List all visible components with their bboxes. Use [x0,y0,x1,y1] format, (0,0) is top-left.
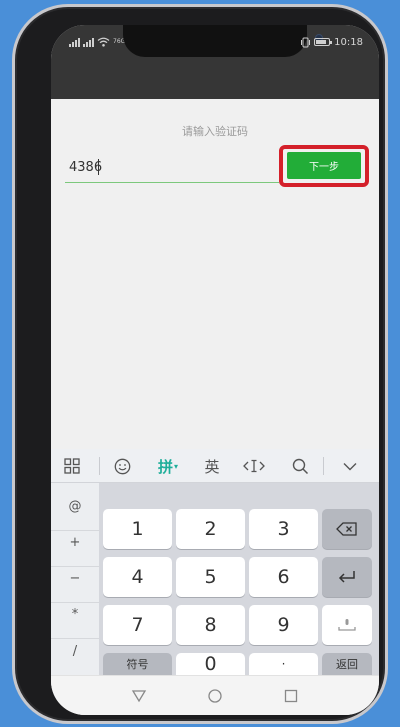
app-header: 76G 10:18 [51,25,379,99]
signal-icon [69,37,80,47]
phone-frame: 76G 10:18 请输入验证码 下一步 [12,4,388,724]
return-key[interactable]: 返回 [322,653,372,675]
emoji-icon[interactable] [107,449,137,483]
battery-icon [314,38,333,46]
screen: 76G 10:18 请输入验证码 下一步 [51,25,379,715]
signal-icon-2 [83,37,94,47]
navigation-bar [51,675,379,715]
search-icon[interactable] [285,449,315,483]
symbol-key-slash[interactable]: / [51,627,99,675]
status-time: 10:18 [334,36,363,48]
enter-key[interactable] [322,557,372,597]
symbol-column: @ + − * / [51,483,99,675]
toolbar-divider [99,457,100,475]
space-icon [338,619,356,631]
key-5[interactable]: 5 [176,557,245,597]
text-caret [98,159,99,175]
dot-key[interactable]: · [249,653,318,675]
recents-icon[interactable] [279,686,303,706]
notch [123,25,323,57]
keyboard: 拼 ▾ 英 @ + − * / 1 2 3 4 5 6 7 8 9 符号 0 ·… [51,449,379,675]
back-icon[interactable] [127,686,151,706]
status-left: 76G [69,35,125,49]
english-mode-toggle[interactable]: 英 [197,449,227,483]
enter-icon [338,571,355,583]
backspace-icon [336,522,357,536]
key-6[interactable]: 6 [249,557,318,597]
backspace-key[interactable] [322,509,372,549]
next-step-button[interactable]: 下一步 [287,152,361,179]
key-7[interactable]: 7 [103,605,172,645]
space-key[interactable] [322,605,372,645]
toolbar-divider [323,457,324,475]
status-right: 10:18 [301,34,363,50]
cursor-move-icon[interactable] [239,449,269,483]
keyboard-toolbar: 拼 ▾ 英 [51,449,379,483]
wifi-icon [97,37,110,47]
verification-prompt: 请输入验证码 [182,125,248,138]
pinyin-label: 拼 [157,457,173,476]
key-8[interactable]: 8 [176,605,245,645]
key-9[interactable]: 9 [249,605,318,645]
caret-down-icon: ▾ [174,461,179,471]
key-3[interactable]: 3 [249,509,318,549]
grid-icon[interactable] [57,449,87,483]
key-2[interactable]: 2 [176,509,245,549]
symbols-key[interactable]: 符号 [103,653,172,675]
key-4[interactable]: 4 [103,557,172,597]
vibrate-icon [301,37,311,47]
chevron-down-icon[interactable] [333,449,367,483]
home-icon[interactable] [203,686,227,706]
pinyin-mode-toggle[interactable]: 拼 ▾ [151,449,185,483]
key-1[interactable]: 1 [103,509,172,549]
key-0[interactable]: 0 [176,653,245,675]
